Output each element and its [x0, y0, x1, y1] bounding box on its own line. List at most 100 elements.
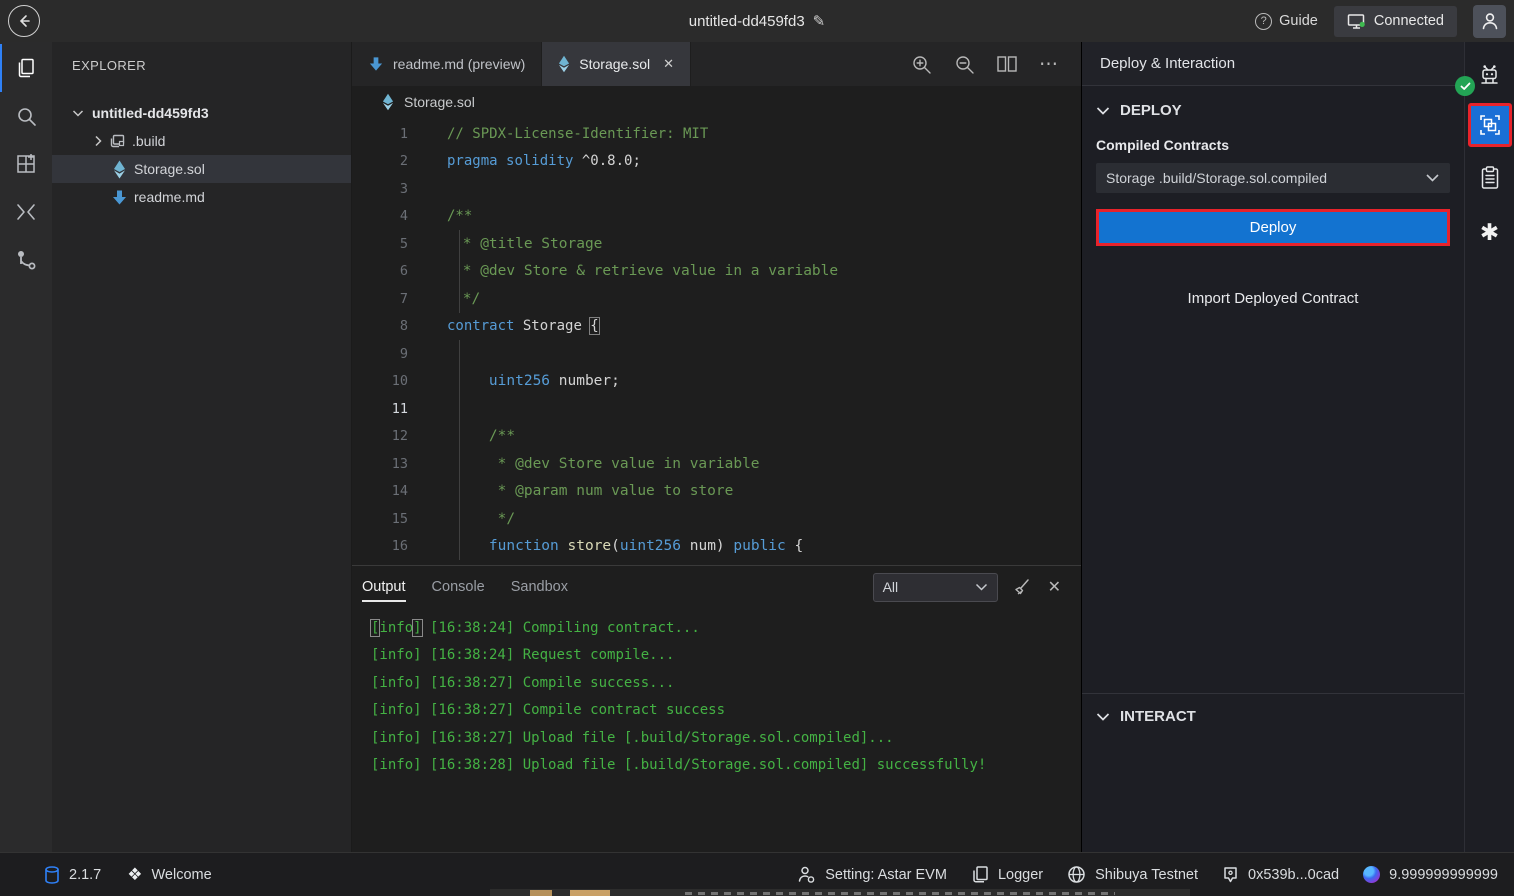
line-number: 13: [352, 456, 424, 472]
tab-storage-sol[interactable]: Storage.sol ✕: [542, 42, 691, 86]
panel-item-deploy[interactable]: [1468, 103, 1512, 147]
robot-icon: [1476, 62, 1503, 89]
network-item[interactable]: Shibuya Testnet: [1067, 865, 1198, 884]
code-line[interactable]: 14 * @param num value to store: [352, 478, 1081, 506]
tree-item-label: .build: [132, 133, 165, 149]
sidebar-item-explorer[interactable]: [0, 44, 52, 92]
code-line[interactable]: 5 * @title Storage: [352, 230, 1081, 258]
chevron-down-icon: [1425, 173, 1440, 183]
welcome-button[interactable]: ❖ Welcome: [127, 865, 211, 885]
panel-tab-bar: Output Console Sandbox All ✕: [352, 566, 1081, 608]
code-lines[interactable]: 1// SPDX-License-Identifier: MIT2pragma …: [352, 118, 1081, 565]
line-content: pragma solidity ^0.8.0;: [424, 148, 1081, 176]
code-line[interactable]: 3: [352, 175, 1081, 203]
editor-tab-bar: readme.md (preview) Storage.sol ✕: [352, 42, 1081, 86]
code-line[interactable]: 8contract Storage {: [352, 313, 1081, 341]
close-icon[interactable]: ✕: [1048, 577, 1061, 597]
titlebar: untitled-dd459fd3✎ ? Guide Connected: [0, 0, 1514, 42]
close-icon[interactable]: ✕: [663, 56, 674, 72]
compiled-contracts-select[interactable]: Storage .build/Storage.sol.compiled: [1096, 163, 1450, 193]
setting-label: Setting: Astar EVM: [825, 867, 947, 883]
code-line[interactable]: 4/**: [352, 203, 1081, 231]
code-line[interactable]: 2pragma solidity ^0.8.0;: [352, 148, 1081, 176]
sidebar-item-collapse[interactable]: [0, 188, 52, 236]
tree-item-readme-md[interactable]: readme.md: [52, 183, 351, 211]
welcome-label: Welcome: [152, 867, 212, 883]
panel-item-ai-chat[interactable]: ✱: [1465, 209, 1514, 255]
line-content: uint256 number;: [431, 368, 1081, 396]
address-item[interactable]: 0x539b...0cad: [1222, 865, 1339, 885]
interact-section-header[interactable]: INTERACT: [1096, 694, 1450, 725]
code-line[interactable]: 15 */: [352, 505, 1081, 533]
tab-console[interactable]: Console: [432, 566, 485, 608]
main-area: EXPLORER untitled-dd459fd3 .build: [0, 42, 1514, 852]
avatar[interactable]: [1473, 5, 1506, 38]
breadcrumb[interactable]: Storage.sol: [352, 86, 1081, 118]
import-deployed-contract-link[interactable]: Import Deployed Contract: [1096, 290, 1450, 307]
code-line[interactable]: 12 /**: [352, 423, 1081, 451]
connected-label: Connected: [1374, 13, 1444, 29]
setting-item[interactable]: Setting: Astar EVM: [797, 865, 947, 884]
statusbar-left: 2.1.7 ❖ Welcome: [44, 865, 212, 885]
zoom-in-icon[interactable]: [911, 54, 932, 75]
peek-icon: [530, 890, 552, 896]
code-line[interactable]: 10 uint256 number;: [352, 368, 1081, 396]
deploy-grid-icon: [1478, 113, 1502, 137]
tab-sandbox[interactable]: Sandbox: [511, 566, 568, 608]
compiled-contracts-value: Storage .build/Storage.sol.compiled: [1106, 170, 1327, 186]
deploy-section-header[interactable]: DEPLOY: [1096, 102, 1450, 119]
tree-item-storage-sol[interactable]: Storage.sol: [52, 155, 351, 183]
line-number: 3: [352, 181, 424, 197]
sidebar-item-git[interactable]: [0, 236, 52, 284]
code-line[interactable]: 9: [352, 340, 1081, 368]
version-indicator[interactable]: 2.1.7: [44, 865, 101, 885]
broom-icon[interactable]: [1013, 577, 1033, 597]
deploy-button[interactable]: Deploy: [1099, 212, 1447, 243]
ethereum-icon: [108, 160, 130, 179]
tab-output[interactable]: Output: [362, 566, 406, 608]
log-filter-select[interactable]: All: [873, 573, 998, 602]
chevron-down-icon: [1096, 712, 1110, 722]
line-number: 9: [352, 346, 424, 362]
tree-item-label: Storage.sol: [134, 161, 205, 177]
logger-item[interactable]: Logger: [971, 865, 1043, 884]
line-number: 1: [352, 126, 424, 142]
line-content: [431, 340, 1081, 368]
panel-item-clipboard[interactable]: [1465, 155, 1514, 201]
tree-item-label: readme.md: [134, 189, 205, 205]
connected-button[interactable]: Connected: [1334, 6, 1457, 37]
split-editor-icon[interactable]: [997, 55, 1017, 73]
tab-readme-md[interactable]: readme.md (preview): [352, 42, 542, 86]
code-line[interactable]: 16 function store(uint256 num) public {: [352, 533, 1081, 561]
code-line[interactable]: 1// SPDX-License-Identifier: MIT: [352, 120, 1081, 148]
version-label: 2.1.7: [69, 867, 101, 883]
deploy-interaction-panel: Deploy & Interaction DEPLOY Compiled Con…: [1081, 42, 1464, 852]
code-line[interactable]: 7 */: [352, 285, 1081, 313]
tree-root-label: untitled-dd459fd3: [92, 105, 209, 121]
deploy-section-label: DEPLOY: [1120, 102, 1182, 119]
edit-pencil-icon[interactable]: ✎: [813, 13, 826, 30]
app-root: untitled-dd459fd3 ✎ ? Guide Connected: [0, 0, 1514, 896]
openai-icon: ✱: [1480, 221, 1499, 244]
line-content: /**: [424, 203, 1081, 231]
copy-icon: [971, 865, 989, 884]
more-icon[interactable]: ⋯: [1039, 53, 1059, 76]
code-line[interactable]: 6 * @dev Store & retrieve value in a var…: [352, 258, 1081, 286]
balance-item[interactable]: 9.999999999999: [1363, 866, 1498, 883]
back-button[interactable]: [8, 5, 40, 37]
zoom-out-icon[interactable]: [954, 54, 975, 75]
line-number: 2: [352, 153, 424, 169]
code-line[interactable]: 13 * @dev Store value in variable: [352, 450, 1081, 478]
line-content: // SPDX-License-Identifier: MIT: [424, 120, 1081, 148]
address-label: 0x539b...0cad: [1248, 867, 1339, 883]
guide-button[interactable]: ? Guide: [1255, 13, 1318, 30]
code-line[interactable]: 11: [352, 395, 1081, 423]
line-number: 12: [352, 428, 424, 444]
tree-root[interactable]: untitled-dd459fd3: [52, 99, 351, 127]
chevron-right-icon: [90, 135, 106, 147]
line-number: 11: [352, 401, 424, 417]
interact-section-label: INTERACT: [1120, 708, 1196, 725]
sidebar-item-search[interactable]: [0, 92, 52, 140]
tree-item-build[interactable]: .build: [52, 127, 351, 155]
sidebar-item-extensions[interactable]: [0, 140, 52, 188]
